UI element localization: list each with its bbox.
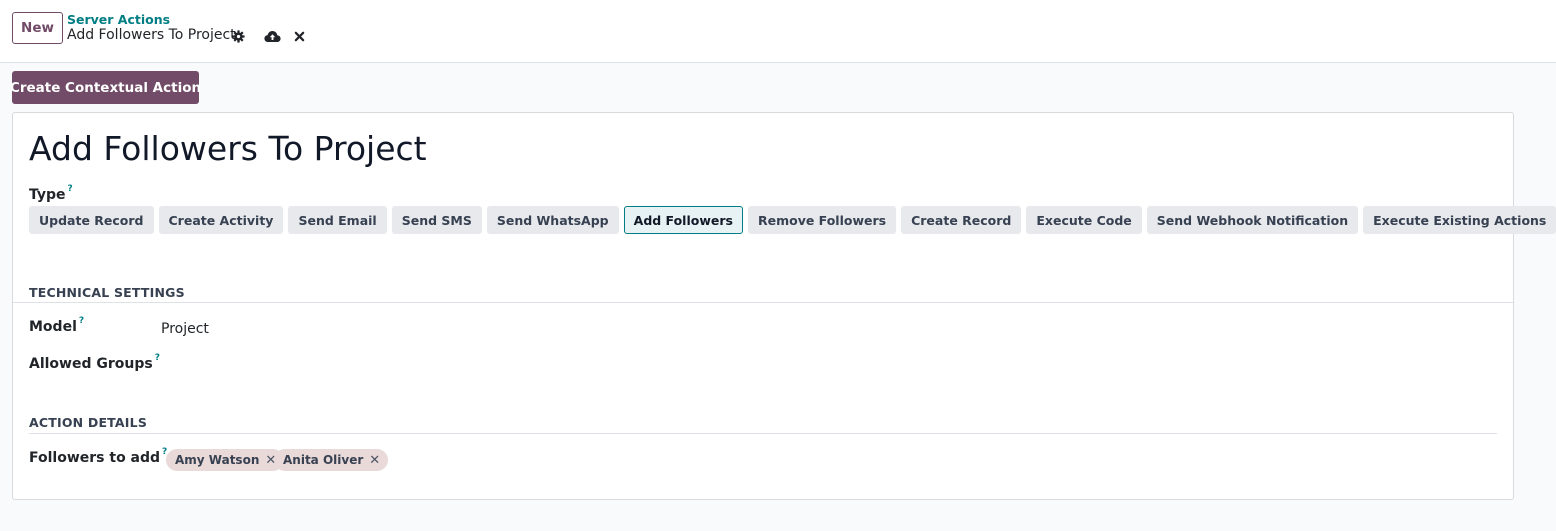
action-details-divider: [29, 433, 1497, 434]
type-option-execute-existing-actions[interactable]: Execute Existing Actions: [1363, 206, 1556, 234]
allowed-groups-label: Allowed Groups?: [29, 353, 160, 372]
followers-label: Followers to add?: [29, 447, 167, 466]
type-selector: Update Record Create Activity Send Email Se…: [29, 206, 1556, 234]
breadcrumb-current-record: Add Followers To Project: [67, 27, 236, 43]
type-option-create-activity[interactable]: Create Activity: [158, 206, 284, 234]
follower-tag-name: Anita Oliver: [283, 453, 364, 467]
technical-settings-divider: [13, 302, 1513, 303]
action-details-heading: ACTION DETAILS: [29, 415, 148, 430]
type-help-tooltip[interactable]: ?: [68, 184, 73, 194]
allowed-groups-field[interactable]: [161, 353, 761, 377]
type-option-execute-code[interactable]: Execute Code: [1026, 206, 1142, 234]
new-button[interactable]: New: [12, 12, 63, 44]
model-value[interactable]: Project: [161, 321, 209, 337]
gear-icon[interactable]: [230, 28, 246, 44]
followers-label-text: Followers to add: [29, 450, 161, 466]
model-label: Model?: [29, 316, 84, 335]
type-label: Type?: [29, 184, 73, 203]
type-option-update-record[interactable]: Update Record: [29, 206, 154, 234]
follower-tag: Anita Oliver ✕: [274, 449, 389, 471]
allowed-groups-label-text: Allowed Groups: [29, 356, 153, 372]
follower-tag-name: Amy Watson: [175, 453, 260, 467]
technical-settings-heading: TECHNICAL SETTINGS: [29, 285, 185, 300]
model-help-tooltip[interactable]: ?: [79, 316, 84, 326]
create-contextual-action-button[interactable]: Create Contextual Action: [10, 71, 201, 104]
follower-tag: Amy Watson ✕: [166, 449, 285, 471]
type-option-send-sms[interactable]: Send SMS: [391, 206, 482, 234]
type-option-remove-followers[interactable]: Remove Followers: [747, 206, 897, 234]
type-option-add-followers[interactable]: Add Followers: [623, 206, 743, 234]
type-label-text: Type: [29, 187, 66, 203]
type-option-send-whatsapp[interactable]: Send WhatsApp: [486, 206, 619, 234]
allowed-groups-help-tooltip[interactable]: ?: [155, 353, 160, 363]
type-option-send-webhook-notification[interactable]: Send Webhook Notification: [1146, 206, 1359, 234]
control-panel: New Server Actions Add Followers To Proj…: [0, 0, 1556, 63]
type-option-send-email[interactable]: Send Email: [288, 206, 387, 234]
cloud-upload-icon[interactable]: [263, 28, 281, 44]
close-icon[interactable]: [291, 28, 307, 44]
type-option-create-record[interactable]: Create Record: [901, 206, 1022, 234]
form-sheet: Add Followers To Project Type? Update Re…: [12, 112, 1556, 500]
model-label-text: Model: [29, 319, 77, 335]
record-title: Add Followers To Project: [29, 129, 427, 168]
remove-tag-icon[interactable]: ✕: [369, 453, 380, 468]
breadcrumb-server-actions[interactable]: Server Actions: [67, 12, 170, 27]
